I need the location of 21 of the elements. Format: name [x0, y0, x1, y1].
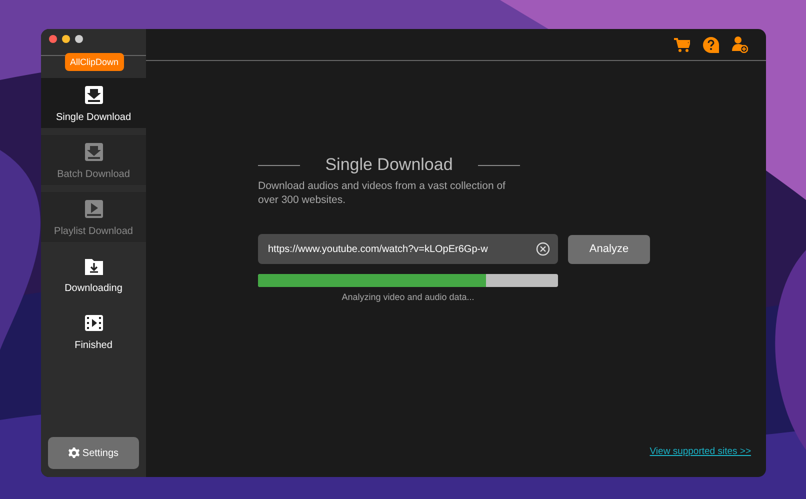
zoom-button[interactable] [75, 35, 83, 43]
description: Download audios and videos from a vast collection of over 300 websites. [258, 179, 506, 207]
status-text: Analyzing video and audio data... [340, 292, 476, 302]
supported-sites-link[interactable]: View supported sites >> [650, 446, 751, 457]
sidebar-item[interactable]: Finished [41, 306, 146, 356]
close-button[interactable] [49, 35, 57, 43]
download-icon [82, 84, 104, 106]
analyze-button[interactable]: Analyze [568, 234, 650, 264]
sidebar-item[interactable]: Single Download [41, 78, 146, 128]
page-title: Single Download [325, 155, 453, 175]
minimize-button[interactable] [62, 35, 70, 43]
play-icon [82, 198, 104, 220]
download-icon [82, 140, 104, 162]
settings-icon [68, 447, 80, 459]
help-icon[interactable] [703, 36, 719, 52]
cart-icon[interactable] [674, 36, 690, 52]
sidebar-item[interactable]: Downloading [41, 249, 146, 299]
url-field[interactable]: https://www.youtube.com/watch?v=kLOpEr6Gp-w [258, 234, 558, 264]
clear-icon[interactable] [536, 242, 550, 256]
user-add-icon[interactable] [732, 36, 748, 53]
settings-button[interactable]: Settings [48, 437, 139, 469]
